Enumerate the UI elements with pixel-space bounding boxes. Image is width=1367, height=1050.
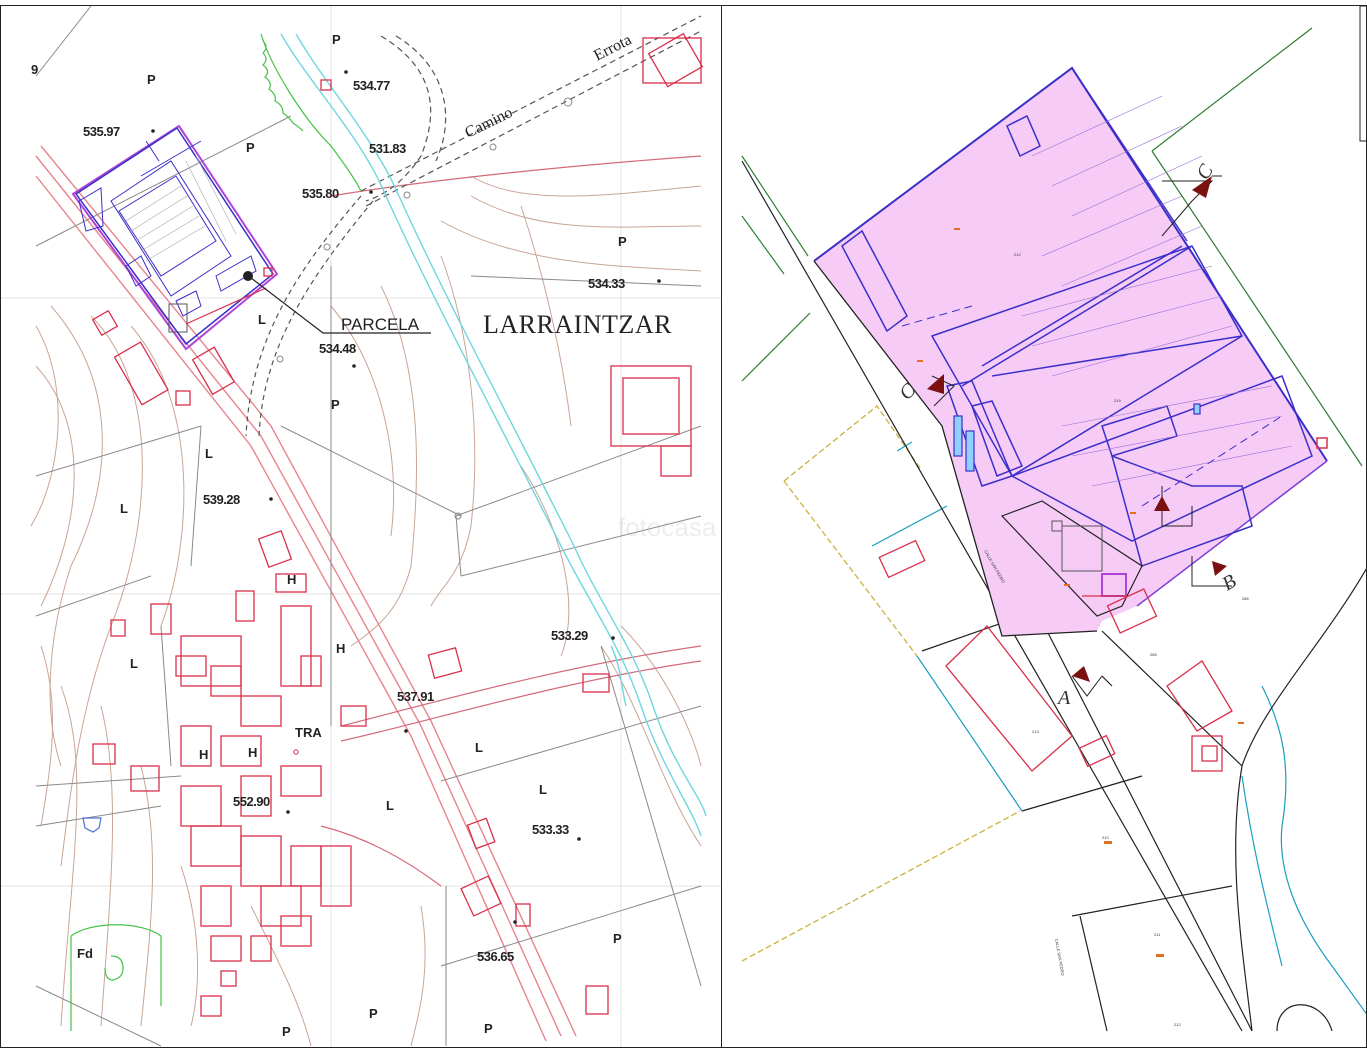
elevation-label: 534.48	[319, 341, 356, 356]
street-label: CALLE SAN PEDRO	[1054, 938, 1065, 976]
section-label-c-top: C	[1192, 160, 1218, 183]
zone-label: P	[484, 1021, 493, 1036]
zone-label: P	[282, 1024, 291, 1039]
elevation-label: 536.65	[477, 949, 514, 964]
town-name: LARRAINTZAR	[483, 310, 672, 339]
parcel-number: 286	[1242, 596, 1249, 601]
zone-label: L	[120, 501, 128, 516]
road-label-errota: Errota	[591, 31, 634, 64]
elevation-label: 534.77	[353, 78, 390, 93]
zone-label: H	[199, 747, 208, 762]
elevation-label: 533.33	[532, 822, 569, 837]
parcel-number: 213	[1032, 729, 1039, 734]
zone-label: H	[248, 745, 257, 760]
site-plan-panel: A B C C 212 219 286 285 213 210 211 212 …	[721, 5, 1367, 1048]
parcela-label: PARCELA	[341, 315, 420, 334]
elevation-label: 535.80	[302, 186, 339, 201]
elevation-label: 537.91	[397, 689, 434, 704]
parcel-outline	[71, 124, 279, 351]
highlighted-parcel	[813, 66, 1328, 637]
edge-frame	[1359, 6, 1366, 142]
elevation-label: 535.97	[83, 124, 120, 139]
parcel-number: 211	[1154, 932, 1161, 937]
topographic-map-panel: 534.77 535.97 531.83 535.80 534.33 534.4…	[0, 5, 722, 1048]
zone-label: P	[369, 1006, 378, 1021]
edge-label: 9	[31, 62, 38, 77]
map-labels: 534.77 535.97 531.83 535.80 534.33 534.4…	[31, 31, 717, 1039]
zone-label: L	[386, 798, 394, 813]
elevation-label: 539.28	[203, 492, 240, 507]
zone-label: L	[258, 312, 266, 327]
zone-label: P	[618, 234, 627, 249]
watermark: fotocasa	[618, 512, 717, 542]
water-point-marker	[82, 817, 102, 833]
map-sheet: 534.77 535.97 531.83 535.80 534.33 534.4…	[0, 0, 1367, 1050]
zone-label: Fd	[77, 946, 93, 961]
parcel-number: 212	[1014, 252, 1021, 257]
parcel-number: 212	[1174, 1022, 1181, 1027]
elevation-label: 534.33	[588, 276, 625, 291]
zone-label: P	[331, 397, 340, 412]
elevation-label: 552.90	[233, 794, 270, 809]
zone-label: P	[613, 931, 622, 946]
section-label-b: B	[1219, 570, 1241, 595]
topographic-map: 534.77 535.97 531.83 535.80 534.33 534.4…	[1, 6, 721, 1047]
zone-label: P	[246, 140, 255, 155]
zone-label: TRA	[295, 725, 322, 740]
zone-label: L	[130, 656, 138, 671]
zone-label: H	[336, 641, 345, 656]
zone-label: L	[475, 740, 483, 755]
zone-label: L	[205, 446, 213, 461]
section-label-a: A	[1056, 687, 1071, 709]
zone-label: P	[332, 32, 341, 47]
elevation-label: 531.83	[369, 141, 406, 156]
contour-lines	[30, 175, 702, 1047]
zone-label: H	[287, 572, 296, 587]
parcel-number: 285	[1150, 652, 1157, 657]
zone-label: L	[539, 782, 547, 797]
parcel-number: 219	[1114, 398, 1121, 403]
river	[280, 33, 707, 837]
elevation-label: 533.29	[551, 628, 588, 643]
zone-label: P	[147, 72, 156, 87]
parcel-number: 210	[1102, 835, 1109, 840]
road-label-camino: Camino	[462, 104, 515, 141]
site-plan: A B C C 212 219 286 285 213 210 211 212 …	[741, 6, 1366, 1032]
